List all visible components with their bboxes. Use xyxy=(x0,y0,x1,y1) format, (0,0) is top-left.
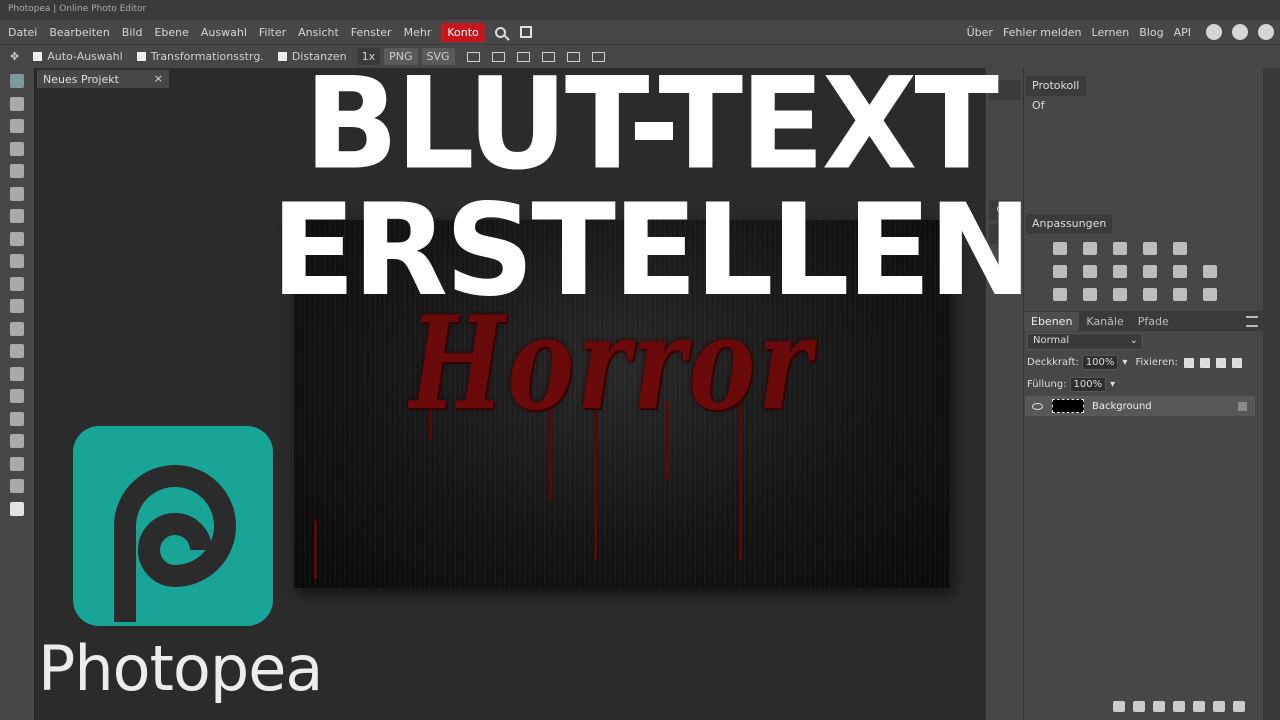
link-about[interactable]: Über xyxy=(962,23,998,42)
blend-mode-select[interactable]: Normal ⌄ xyxy=(1027,333,1143,350)
fill-row: Füllung: 100% ▾ xyxy=(1027,377,1115,392)
menu-bild[interactable]: Bild xyxy=(116,23,149,42)
layers-footer xyxy=(1113,701,1245,712)
layer-name: Background xyxy=(1092,400,1152,412)
lock-position-icon[interactable] xyxy=(1215,357,1226,368)
blur-tool-icon[interactable] xyxy=(10,321,24,336)
trash-icon[interactable] xyxy=(1233,701,1245,712)
lock-label: Fixieren: xyxy=(1135,357,1178,368)
fullscreen-icon[interactable] xyxy=(519,26,532,38)
mask-icon[interactable] xyxy=(1173,701,1185,712)
twitter-icon[interactable] xyxy=(1232,24,1248,40)
hand-tool-icon[interactable] xyxy=(10,456,24,471)
link-report-bug[interactable]: Fehler melden xyxy=(998,23,1087,42)
adjustment-layer-icon[interactable] xyxy=(1153,701,1165,712)
thumbnail-headline: BLUT-TEXT ERSTELLEN xyxy=(270,51,1032,325)
account-button[interactable]: Konto xyxy=(441,22,485,42)
lock-transparency-icon[interactable] xyxy=(1183,357,1194,368)
reddit-icon[interactable] xyxy=(1206,24,1222,40)
brush-tool-icon[interactable] xyxy=(10,231,24,246)
marquee-tool-icon[interactable] xyxy=(10,96,24,111)
eraser-tool-icon[interactable] xyxy=(10,276,24,291)
menu-datei[interactable]: Datei xyxy=(2,23,43,42)
shape-tool-icon[interactable] xyxy=(10,434,24,448)
fill-label: Füllung: xyxy=(1027,379,1067,390)
opacity-label: Deckkraft: xyxy=(1027,357,1079,368)
panel-scrollbar[interactable] xyxy=(1263,68,1280,720)
lock-all-icon[interactable] xyxy=(1231,357,1242,368)
opacity-input[interactable]: 100% xyxy=(1081,355,1119,370)
gradient-tool-icon[interactable] xyxy=(10,299,24,313)
fill-dropdown-icon[interactable]: ▾ xyxy=(1110,379,1115,390)
menu-ebene[interactable]: Ebene xyxy=(148,23,194,42)
fill-input[interactable]: 100% xyxy=(1069,377,1107,392)
link-api[interactable]: API xyxy=(1169,23,1196,42)
window-title: Photopea | Online Photo Editor xyxy=(8,4,147,14)
layer-effects-icon[interactable] xyxy=(1133,701,1145,712)
menu-filter[interactable]: Filter xyxy=(253,23,292,42)
facebook-icon[interactable] xyxy=(1258,24,1274,40)
opacity-row: Deckkraft: 100% ▾ Fixieren: xyxy=(1027,355,1242,370)
menu-bar: Datei Bearbeiten Bild Ebene Auswahl Filt… xyxy=(0,20,1280,44)
layer-lock-icon xyxy=(1238,401,1247,411)
layer-thumbnail xyxy=(1052,399,1084,413)
dodge-tool-icon[interactable] xyxy=(10,344,24,358)
photopea-logo-icon xyxy=(73,426,273,626)
move-tool-icon[interactable] xyxy=(10,74,24,88)
text-tool-icon[interactable] xyxy=(10,366,24,381)
link-learn[interactable]: Lernen xyxy=(1087,23,1135,42)
opacity-dropdown-icon[interactable]: ▾ xyxy=(1122,357,1127,368)
folder-icon[interactable] xyxy=(1193,701,1205,712)
lasso-tool-icon[interactable] xyxy=(10,119,24,133)
magic-wand-tool-icon[interactable] xyxy=(10,141,24,156)
panel-menu-icon[interactable] xyxy=(1246,315,1258,327)
menu-fenster[interactable]: Fenster xyxy=(345,23,398,42)
move-tool-indicator: ✥ xyxy=(10,50,20,63)
link-blog[interactable]: Blog xyxy=(1134,23,1168,42)
brand-name: Photopea xyxy=(38,632,323,705)
healing-tool-icon[interactable] xyxy=(10,209,24,223)
chevron-down-icon: ⌄ xyxy=(1129,335,1138,346)
layer-row[interactable]: Background xyxy=(1025,396,1255,416)
menu-auswahl[interactable]: Auswahl xyxy=(195,23,253,42)
photopea-window: Photopea | Online Photo Editor Datei Bea… xyxy=(0,0,1280,720)
visibility-eye-icon[interactable] xyxy=(1032,402,1043,410)
color-swatch-icon[interactable] xyxy=(10,501,24,516)
window-titlebar: Photopea | Online Photo Editor xyxy=(0,0,1280,20)
new-layer-icon[interactable] xyxy=(1213,701,1225,712)
blood-drip xyxy=(314,520,317,580)
search-icon[interactable] xyxy=(494,26,506,38)
crop-tool-icon[interactable] xyxy=(10,164,24,178)
blend-mode-value: Normal xyxy=(1033,335,1070,346)
link-layers-icon[interactable] xyxy=(1113,701,1125,712)
path-select-tool-icon[interactable] xyxy=(10,411,24,426)
tools-panel xyxy=(0,68,34,720)
menu-mehr[interactable]: Mehr xyxy=(398,23,438,42)
lock-pixels-icon[interactable] xyxy=(1199,357,1210,368)
stamp-tool-icon[interactable] xyxy=(10,254,24,268)
menu-bearbeiten[interactable]: Bearbeiten xyxy=(43,23,115,42)
menu-ansicht[interactable]: Ansicht xyxy=(292,23,345,42)
eyedropper-tool-icon[interactable] xyxy=(10,186,24,201)
zoom-tool-icon[interactable] xyxy=(10,479,24,493)
pen-tool-icon[interactable] xyxy=(10,389,24,403)
